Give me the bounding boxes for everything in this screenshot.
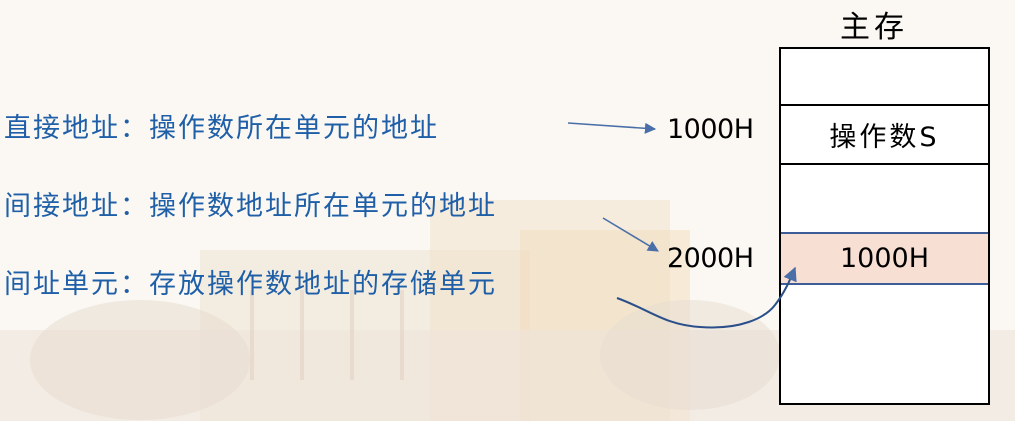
arrows-layer (567, 122, 797, 329)
indirect-address-arrow (602, 217, 659, 252)
direct-address-arrow (567, 122, 657, 134)
indirect-unit-arrow (616, 266, 797, 329)
